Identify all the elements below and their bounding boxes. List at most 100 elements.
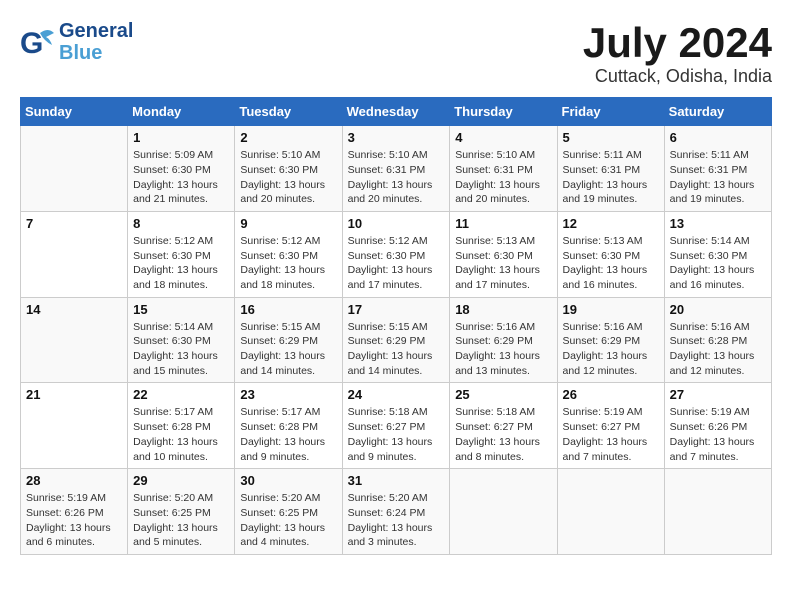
day-info: Sunrise: 5:16 AM Sunset: 6:28 PM Dayligh… xyxy=(670,320,766,379)
logo-general: General xyxy=(59,20,133,42)
weekday-header: Monday xyxy=(128,98,235,126)
location-title: Cuttack, Odisha, India xyxy=(583,66,772,87)
calendar-cell: 9Sunrise: 5:12 AM Sunset: 6:30 PM Daylig… xyxy=(235,211,342,297)
day-info: Sunrise: 5:12 AM Sunset: 6:30 PM Dayligh… xyxy=(240,234,336,293)
day-number: 22 xyxy=(133,387,229,402)
day-info: Sunrise: 5:18 AM Sunset: 6:27 PM Dayligh… xyxy=(348,405,445,464)
day-info: Sunrise: 5:13 AM Sunset: 6:30 PM Dayligh… xyxy=(563,234,659,293)
calendar-cell xyxy=(21,126,128,212)
calendar-cell: 10 Sunrise: 5:12 AM Sunset: 6:30 PM Dayli… xyxy=(342,211,450,297)
calendar-cell: 12 Sunrise: 5:13 AM Sunset: 6:30 PM Dayli… xyxy=(557,211,664,297)
calendar-cell xyxy=(450,469,557,555)
calendar-cell: 2Sunrise: 5:10 AM Sunset: 6:30 PM Daylig… xyxy=(235,126,342,212)
month-title: July 2024 xyxy=(583,20,772,66)
calendar-week-row: 14 15 Sunrise: 5:14 AM Sunset: 6:30 PM Day… xyxy=(21,297,772,383)
day-number: 14 xyxy=(26,302,122,317)
day-number: 2 xyxy=(240,130,336,145)
day-info: Sunrise: 5:16 AM Sunset: 6:29 PM Dayligh… xyxy=(455,320,551,379)
calendar-week-row: 7 8Sunrise: 5:12 AM Sunset: 6:30 PM Dayli… xyxy=(21,211,772,297)
calendar-cell: 18 Sunrise: 5:16 AM Sunset: 6:29 PM Dayli… xyxy=(450,297,557,383)
day-info: Sunrise: 5:11 AM Sunset: 6:31 PM Dayligh… xyxy=(563,148,659,207)
day-info: Sunrise: 5:19 AM Sunset: 6:26 PM Dayligh… xyxy=(670,405,766,464)
calendar-cell: 23 Sunrise: 5:17 AM Sunset: 6:28 PM Dayli… xyxy=(235,383,342,469)
day-number: 31 xyxy=(348,473,445,488)
day-info: Sunrise: 5:20 AM Sunset: 6:24 PM Dayligh… xyxy=(348,491,445,550)
calendar-cell: 30 Sunrise: 5:20 AM Sunset: 6:25 PM Dayli… xyxy=(235,469,342,555)
day-number: 4 xyxy=(455,130,551,145)
logo: G General Blue xyxy=(20,20,133,64)
day-info: Sunrise: 5:13 AM Sunset: 6:30 PM Dayligh… xyxy=(455,234,551,293)
calendar-cell: 3Sunrise: 5:10 AM Sunset: 6:31 PM Daylig… xyxy=(342,126,450,212)
calendar-cell: 31 Sunrise: 5:20 AM Sunset: 6:24 PM Dayli… xyxy=(342,469,450,555)
day-number: 21 xyxy=(26,387,122,402)
calendar-week-row: 1Sunrise: 5:09 AM Sunset: 6:30 PM Daylig… xyxy=(21,126,772,212)
weekday-header: Thursday xyxy=(450,98,557,126)
day-number: 18 xyxy=(455,302,551,317)
calendar-cell: 15 Sunrise: 5:14 AM Sunset: 6:30 PM Dayli… xyxy=(128,297,235,383)
calendar-cell: 26Sunrise: 5:19 AM Sunset: 6:27 PM Dayli… xyxy=(557,383,664,469)
day-number: 30 xyxy=(240,473,336,488)
calendar-cell: 5 Sunrise: 5:11 AM Sunset: 6:31 PM Daylig… xyxy=(557,126,664,212)
calendar-table: SundayMondayTuesdayWednesdayThursdayFrid… xyxy=(20,97,772,555)
day-number: 26 xyxy=(563,387,659,402)
calendar-cell: 8Sunrise: 5:12 AM Sunset: 6:30 PM Daylig… xyxy=(128,211,235,297)
logo-blue: Blue xyxy=(59,42,133,64)
calendar-cell: 25Sunrise: 5:18 AM Sunset: 6:27 PM Dayli… xyxy=(450,383,557,469)
day-number: 17 xyxy=(348,302,445,317)
day-info: Sunrise: 5:15 AM Sunset: 6:29 PM Dayligh… xyxy=(348,320,445,379)
calendar-cell: 19 Sunrise: 5:16 AM Sunset: 6:29 PM Dayli… xyxy=(557,297,664,383)
calendar-cell: 11 Sunrise: 5:13 AM Sunset: 6:30 PM Dayli… xyxy=(450,211,557,297)
day-number: 23 xyxy=(240,387,336,402)
day-info: Sunrise: 5:15 AM Sunset: 6:29 PM Dayligh… xyxy=(240,320,336,379)
day-info: Sunrise: 5:17 AM Sunset: 6:28 PM Dayligh… xyxy=(133,405,229,464)
calendar-cell: 20 Sunrise: 5:16 AM Sunset: 6:28 PM Dayli… xyxy=(664,297,771,383)
calendar-cell: 24 Sunrise: 5:18 AM Sunset: 6:27 PM Dayli… xyxy=(342,383,450,469)
calendar-cell: 6 Sunrise: 5:11 AM Sunset: 6:31 PM Daylig… xyxy=(664,126,771,212)
svg-text:G: G xyxy=(20,27,43,60)
day-number: 25 xyxy=(455,387,551,402)
day-number: 5 xyxy=(563,130,659,145)
weekday-header: Saturday xyxy=(664,98,771,126)
weekday-header: Sunday xyxy=(21,98,128,126)
calendar-cell: 4Sunrise: 5:10 AM Sunset: 6:31 PM Daylig… xyxy=(450,126,557,212)
day-number: 11 xyxy=(455,216,551,231)
weekday-header: Wednesday xyxy=(342,98,450,126)
day-info: Sunrise: 5:19 AM Sunset: 6:26 PM Dayligh… xyxy=(26,491,122,550)
day-info: Sunrise: 5:20 AM Sunset: 6:25 PM Dayligh… xyxy=(240,491,336,550)
calendar-cell: 13 Sunrise: 5:14 AM Sunset: 6:30 PM Dayli… xyxy=(664,211,771,297)
day-info: Sunrise: 5:12 AM Sunset: 6:30 PM Dayligh… xyxy=(133,234,229,293)
day-number: 7 xyxy=(26,216,122,231)
day-number: 6 xyxy=(670,130,766,145)
calendar-week-row: 28 Sunrise: 5:19 AM Sunset: 6:26 PM Dayli… xyxy=(21,469,772,555)
day-info: Sunrise: 5:12 AM Sunset: 6:30 PM Dayligh… xyxy=(348,234,445,293)
title-block: July 2024 Cuttack, Odisha, India xyxy=(583,20,772,87)
day-info: Sunrise: 5:14 AM Sunset: 6:30 PM Dayligh… xyxy=(670,234,766,293)
day-info: Sunrise: 5:16 AM Sunset: 6:29 PM Dayligh… xyxy=(563,320,659,379)
day-number: 13 xyxy=(670,216,766,231)
day-number: 20 xyxy=(670,302,766,317)
calendar-cell xyxy=(664,469,771,555)
day-number: 12 xyxy=(563,216,659,231)
calendar-cell xyxy=(557,469,664,555)
calendar-cell: 22 Sunrise: 5:17 AM Sunset: 6:28 PM Dayli… xyxy=(128,383,235,469)
day-info: Sunrise: 5:17 AM Sunset: 6:28 PM Dayligh… xyxy=(240,405,336,464)
day-info: Sunrise: 5:20 AM Sunset: 6:25 PM Dayligh… xyxy=(133,491,229,550)
weekday-header: Tuesday xyxy=(235,98,342,126)
day-info: Sunrise: 5:10 AM Sunset: 6:31 PM Dayligh… xyxy=(348,148,445,207)
calendar-week-row: 21 22 Sunrise: 5:17 AM Sunset: 6:28 PM Day… xyxy=(21,383,772,469)
day-number: 27 xyxy=(670,387,766,402)
day-number: 15 xyxy=(133,302,229,317)
calendar-cell: 21 xyxy=(21,383,128,469)
day-info: Sunrise: 5:14 AM Sunset: 6:30 PM Dayligh… xyxy=(133,320,229,379)
logo-icon: G xyxy=(20,25,55,60)
day-number: 16 xyxy=(240,302,336,317)
day-number: 19 xyxy=(563,302,659,317)
day-info: Sunrise: 5:11 AM Sunset: 6:31 PM Dayligh… xyxy=(670,148,766,207)
day-number: 24 xyxy=(348,387,445,402)
day-number: 28 xyxy=(26,473,122,488)
day-info: Sunrise: 5:09 AM Sunset: 6:30 PM Dayligh… xyxy=(133,148,229,207)
calendar-cell: 14 xyxy=(21,297,128,383)
day-number: 10 xyxy=(348,216,445,231)
calendar-cell: 17 Sunrise: 5:15 AM Sunset: 6:29 PM Dayli… xyxy=(342,297,450,383)
day-number: 29 xyxy=(133,473,229,488)
